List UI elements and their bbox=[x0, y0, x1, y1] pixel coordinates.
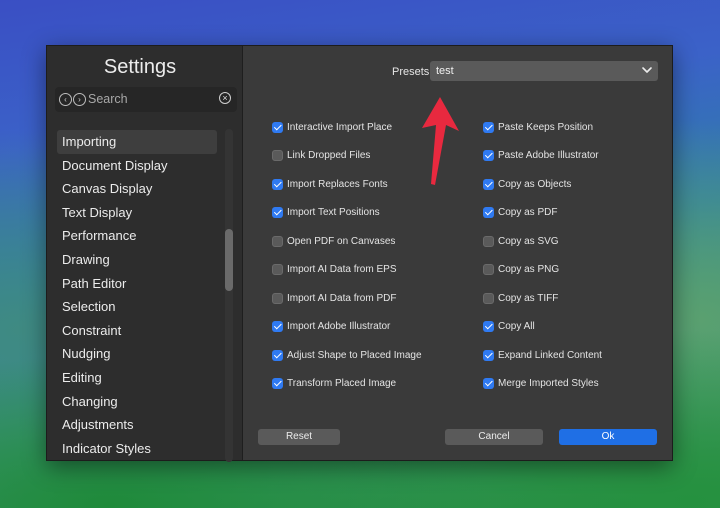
checkbox-label: Paste Keeps Position bbox=[498, 121, 594, 133]
sidebar-item-path-editor[interactable]: Path Editor bbox=[57, 272, 217, 296]
checkbox[interactable] bbox=[272, 321, 283, 332]
checkbox-label: Import AI Data from EPS bbox=[287, 264, 397, 275]
checkbox-label: Merge Imported Styles bbox=[498, 378, 599, 389]
sidebar-item-drawing[interactable]: Drawing bbox=[57, 248, 217, 272]
checkbox[interactable] bbox=[272, 121, 283, 133]
option-merge-imported-styles[interactable]: Merge Imported Styles bbox=[483, 376, 599, 392]
checkbox-label: Copy as PNG bbox=[498, 264, 560, 275]
annotation-arrow-icon bbox=[422, 97, 459, 185]
checkbox-label: Expand Linked Content bbox=[498, 349, 602, 361]
sidebar-scrollbar-thumb[interactable] bbox=[225, 229, 233, 291]
checkbox-label: Open PDF on Canvases bbox=[287, 235, 396, 247]
presets-label: Presets bbox=[392, 66, 430, 78]
checkbox-label: Copy as SVG bbox=[498, 235, 559, 247]
option-copy-as-tiff[interactable]: Copy as TIFF bbox=[483, 290, 558, 306]
option-open-pdf-on-canvases[interactable]: Open PDF on Canvases bbox=[272, 233, 395, 249]
search-input[interactable]: Search bbox=[88, 92, 128, 106]
checkbox[interactable] bbox=[272, 235, 283, 247]
option-import-ai-data-from-pdf[interactable]: Import AI Data from PDF bbox=[272, 290, 396, 306]
option-copy-as-objects[interactable]: Copy as Objects bbox=[483, 176, 571, 192]
option-transform-placed-image[interactable]: Transform Placed Image bbox=[272, 376, 396, 392]
sidebar-scrollbar[interactable] bbox=[225, 129, 233, 462]
sidebar-item-importing[interactable]: Importing bbox=[57, 130, 217, 154]
checkbox-label: Copy as TIFF bbox=[498, 292, 559, 304]
option-import-replaces-fonts[interactable]: Import Replaces Fonts bbox=[272, 176, 388, 192]
checkbox-label: Link Dropped Files bbox=[287, 150, 371, 161]
checkbox-label: Copy All bbox=[498, 321, 535, 332]
presets-selected-value: test bbox=[436, 65, 454, 77]
checkbox-label: Copy as Objects bbox=[498, 178, 572, 190]
forward-icon[interactable]: › bbox=[73, 93, 86, 106]
checkbox-label: Interactive Import Place bbox=[287, 121, 393, 133]
checkbox[interactable] bbox=[483, 349, 494, 361]
checkbox-label: Copy as PDF bbox=[498, 207, 558, 218]
checkbox-label: Paste Adobe Illustrator bbox=[498, 150, 599, 161]
checkbox[interactable] bbox=[272, 264, 283, 275]
cancel-button[interactable]: Cancel bbox=[445, 429, 543, 445]
checkbox-label: Import Text Positions bbox=[287, 207, 380, 218]
sidebar-item-document-display[interactable]: Document Display bbox=[57, 154, 217, 178]
settings-sidebar: Settings ‹ › Search × Importing Document … bbox=[47, 46, 243, 462]
sidebar-item-constraint[interactable]: Constraint bbox=[57, 319, 217, 343]
checkbox-label: Import Adobe Illustrator bbox=[287, 321, 391, 332]
clear-search-icon[interactable]: × bbox=[219, 92, 231, 104]
option-import-ai-data-from-eps[interactable]: Import AI Data from EPS bbox=[272, 262, 396, 278]
checkbox[interactable] bbox=[483, 264, 494, 275]
ok-button[interactable]: Ok bbox=[559, 429, 657, 445]
sidebar-item-editing[interactable]: Editing bbox=[57, 366, 217, 390]
checkbox-label: Import Replaces Fonts bbox=[287, 178, 388, 190]
checkbox[interactable] bbox=[483, 121, 494, 133]
search-field[interactable]: ‹ › Search × bbox=[55, 87, 237, 112]
option-link-dropped-files[interactable]: Link Dropped Files bbox=[272, 148, 370, 164]
checkbox[interactable] bbox=[272, 150, 283, 161]
sidebar-item-indicator-styles[interactable]: Indicator Styles bbox=[57, 437, 217, 461]
checkbox[interactable] bbox=[272, 292, 283, 304]
back-icon[interactable]: ‹ bbox=[59, 93, 72, 106]
option-import-adobe-illustrator[interactable]: Import Adobe Illustrator bbox=[272, 319, 390, 335]
option-paste-keeps-position[interactable]: Paste Keeps Position bbox=[483, 119, 593, 135]
option-copy-as-png[interactable]: Copy as PNG bbox=[483, 262, 559, 278]
sidebar-item-changing[interactable]: Changing bbox=[57, 390, 217, 414]
checkbox[interactable] bbox=[483, 378, 494, 389]
checkbox[interactable] bbox=[483, 321, 494, 332]
settings-category-list: Importing Document Display Canvas Display T… bbox=[57, 130, 217, 460]
sidebar-item-performance[interactable]: Performance bbox=[57, 224, 217, 248]
sidebar-item-canvas-display[interactable]: Canvas Display bbox=[57, 177, 217, 201]
option-adjust-shape-to-placed-image[interactable]: Adjust Shape to Placed Image bbox=[272, 347, 422, 363]
checkbox-label: Import AI Data from PDF bbox=[287, 292, 397, 304]
checkbox[interactable] bbox=[272, 207, 283, 218]
option-paste-adobe-illustrator[interactable]: Paste Adobe Illustrator bbox=[483, 148, 599, 164]
option-import-text-positions[interactable]: Import Text Positions bbox=[272, 205, 380, 221]
sidebar-title: Settings bbox=[103, 56, 177, 78]
sidebar-item-selection[interactable]: Selection bbox=[57, 295, 217, 319]
checkbox[interactable] bbox=[483, 235, 494, 247]
settings-window: Settings ‹ › Search × Importing Document … bbox=[46, 45, 673, 462]
checkbox[interactable] bbox=[483, 150, 494, 161]
sidebar-item-adjustments[interactable]: Adjustments bbox=[57, 413, 217, 437]
option-interactive-import-place[interactable]: Interactive Import Place bbox=[272, 119, 392, 135]
sidebar-item-nudging[interactable]: Nudging bbox=[57, 342, 217, 366]
option-copy-as-pdf[interactable]: Copy as PDF bbox=[483, 205, 557, 221]
checkbox[interactable] bbox=[483, 292, 494, 304]
checkbox[interactable] bbox=[272, 349, 283, 361]
presets-dropdown[interactable]: test bbox=[430, 61, 658, 81]
checkbox[interactable] bbox=[483, 178, 494, 190]
option-copy-as-svg[interactable]: Copy as SVG bbox=[483, 233, 559, 249]
option-expand-linked-content[interactable]: Expand Linked Content bbox=[483, 347, 602, 363]
reset-button[interactable]: Reset bbox=[258, 429, 340, 445]
checkbox-label: Adjust Shape to Placed Image bbox=[287, 349, 422, 361]
checkbox[interactable] bbox=[272, 378, 283, 389]
sidebar-item-text-display[interactable]: Text Display bbox=[57, 201, 217, 225]
checkbox-label: Transform Placed Image bbox=[287, 378, 397, 389]
checkbox[interactable] bbox=[483, 207, 494, 218]
chevron-down-icon bbox=[642, 67, 652, 73]
option-copy-all[interactable]: Copy All bbox=[483, 319, 535, 335]
checkbox[interactable] bbox=[272, 178, 283, 190]
